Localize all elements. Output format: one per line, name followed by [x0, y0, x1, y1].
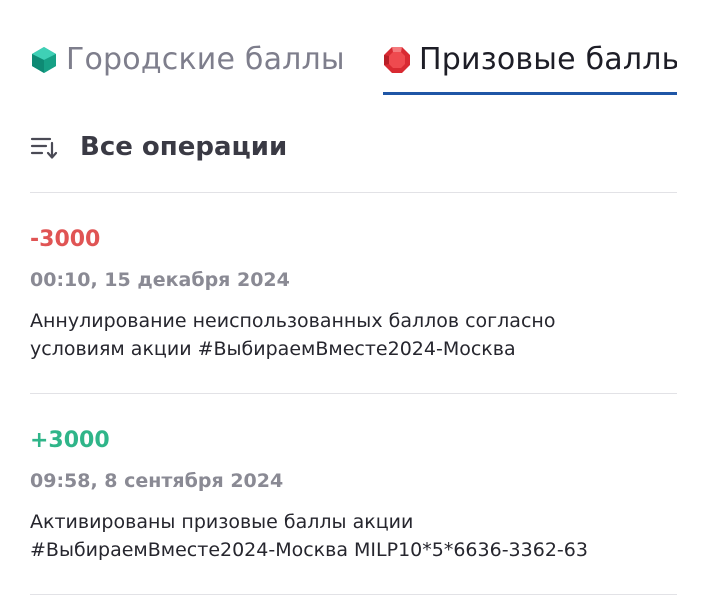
tab-prize-points[interactable]: Призовые баллы — [383, 38, 677, 96]
divider — [30, 393, 677, 394]
operation-date: 09:58, 8 сентября 2024 — [30, 470, 284, 492]
points-tabs: Городские баллы Призовые баллы — [0, 0, 705, 100]
operation-date: 00:10, 15 декабря 2024 — [30, 269, 290, 291]
divider — [30, 594, 677, 595]
operation-description: Активированы призовые баллы акции #Выбир… — [30, 508, 677, 564]
operation-description-line: #ВыбираемВместе2024-Москва MILP10*5*6636… — [30, 539, 588, 561]
red-gem-icon — [384, 47, 410, 73]
tab-city-points[interactable]: Городские баллы — [30, 38, 345, 96]
operation-amount: -3000 — [30, 227, 101, 252]
operation-description-line: условиям акции #ВыбираемВместе2024-Москв… — [30, 338, 516, 360]
operation-description-line: Активированы призовые баллы акции — [30, 511, 414, 533]
tab-city-points-label: Городские баллы — [66, 42, 345, 77]
operation-description-line: Аннулирование неиспользованных баллов со… — [30, 310, 556, 332]
operation-description: Аннулирование неиспользованных баллов со… — [30, 307, 677, 363]
operation-item: -3000 00:10, 15 декабря 2024 Аннулирован… — [30, 225, 677, 363]
tab-prize-points-label: Призовые баллы — [419, 42, 677, 77]
divider — [30, 192, 677, 193]
active-tab-indicator — [383, 92, 677, 95]
green-gem-icon — [32, 47, 56, 73]
operation-amount: +3000 — [30, 428, 110, 453]
filter-label: Все операции — [80, 132, 288, 162]
operations-filter-button[interactable]: Все операции — [30, 124, 287, 170]
sort-filter-icon — [30, 137, 58, 159]
operation-item: +3000 09:58, 8 сентября 2024 Активирован… — [30, 426, 677, 564]
